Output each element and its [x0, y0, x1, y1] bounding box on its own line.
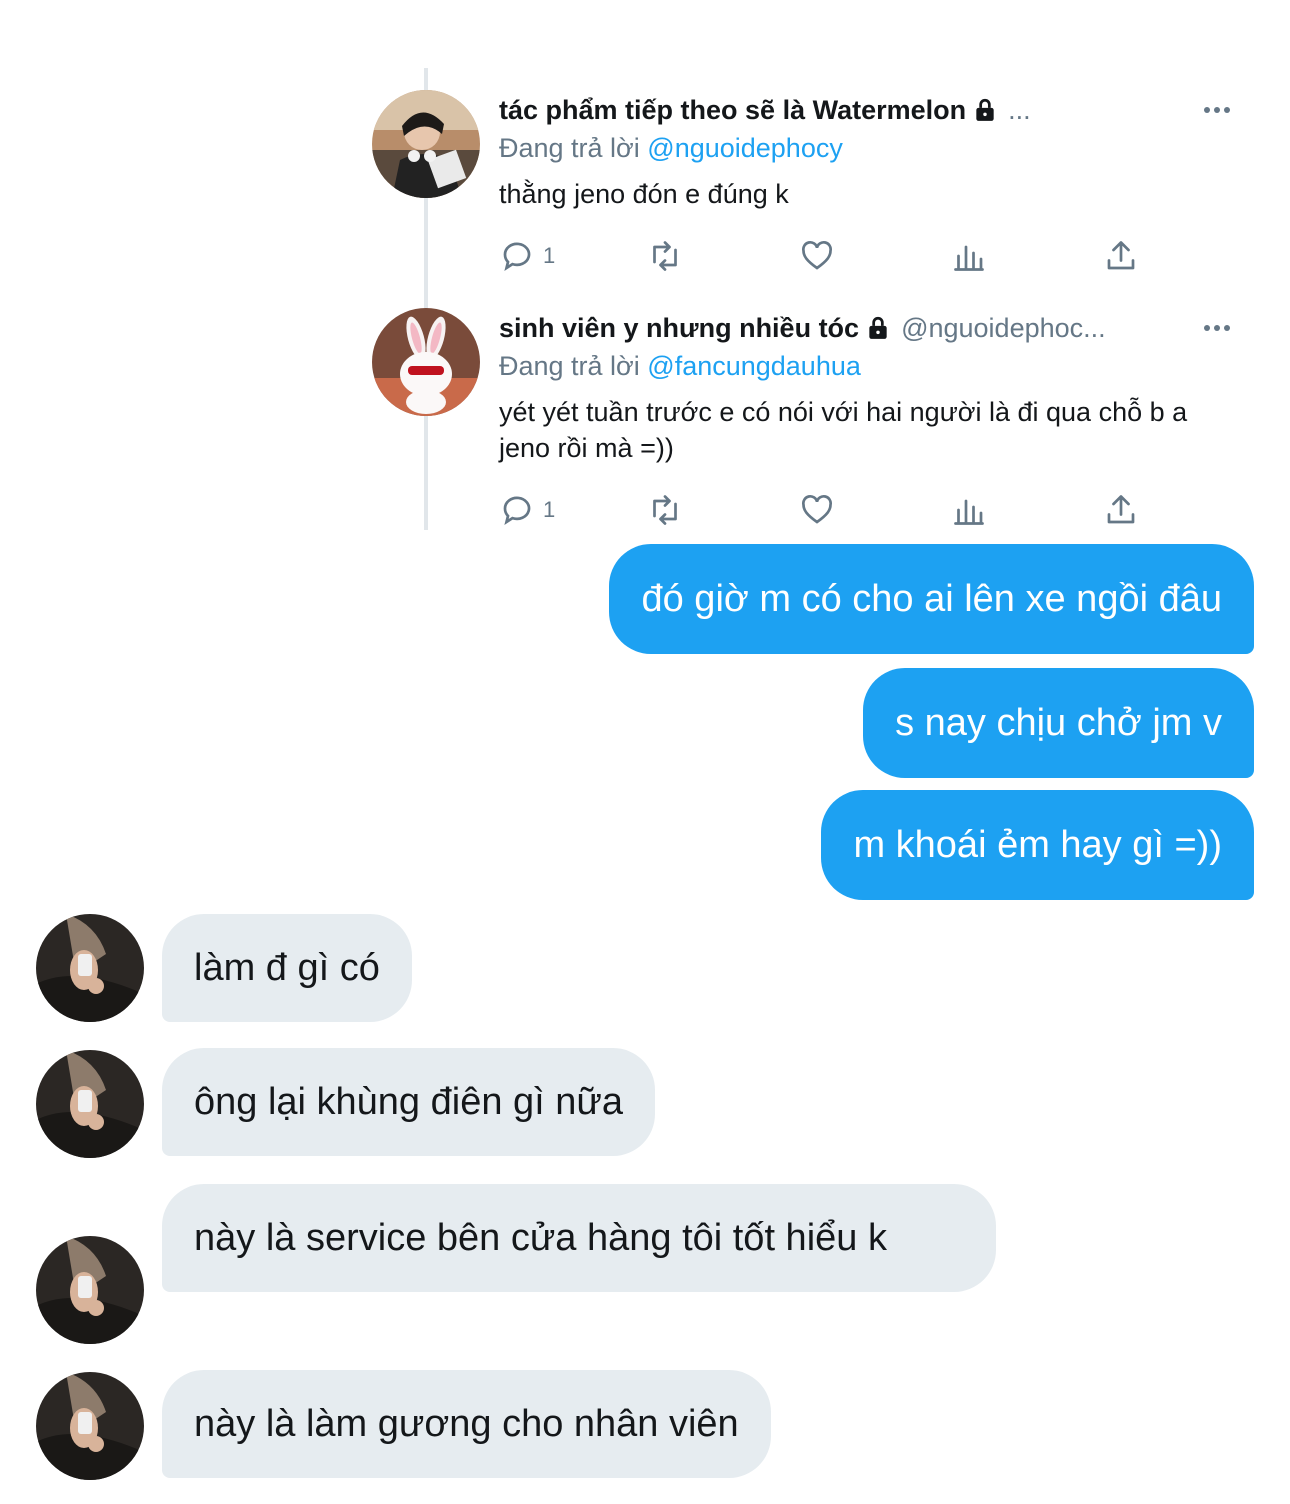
- tweet-actions: 1: [499, 236, 1139, 276]
- sender-avatar[interactable]: [36, 914, 144, 1022]
- reply-context: Đang trả lời @nguoidephocy: [499, 130, 1232, 166]
- tweet-text: thằng jeno đón e đúng k: [499, 179, 789, 209]
- retweet-icon: [653, 495, 677, 525]
- display-name[interactable]: sinh viên y nhưng nhiều tóc: [499, 313, 859, 344]
- share-icon: [1107, 495, 1135, 524]
- quoted-tweet-1[interactable]: tác phẩm tiếp theo sẽ là Watermelon ... …: [372, 90, 1232, 290]
- outgoing-message[interactable]: m khoái ẻm hay gì =)): [821, 790, 1254, 900]
- reply-context: Đang trả lời @fancungdauhua: [499, 348, 1232, 384]
- more-icon[interactable]: [1202, 100, 1232, 120]
- outgoing-message[interactable]: đó giờ m có cho ai lên xe ngồi đâu: [609, 544, 1254, 654]
- sender-avatar[interactable]: [36, 1236, 144, 1344]
- analytics-icon: [954, 499, 984, 525]
- sender-avatar[interactable]: [36, 1372, 144, 1480]
- reply-icon: [503, 242, 531, 272]
- reply-prefix: Đang trả lời: [499, 351, 640, 381]
- incoming-message[interactable]: này là làm gương cho nhân viên: [162, 1370, 771, 1478]
- analytics-button[interactable]: [951, 236, 987, 276]
- retweet-button[interactable]: [647, 490, 683, 530]
- avatar[interactable]: [372, 308, 480, 416]
- like-button[interactable]: [799, 490, 835, 530]
- analytics-button[interactable]: [951, 490, 987, 530]
- retweet-button[interactable]: [647, 236, 683, 276]
- handle[interactable]: @nguoidephoc...: [901, 313, 1184, 344]
- display-name[interactable]: tác phẩm tiếp theo sẽ là Watermelon: [499, 95, 966, 126]
- share-icon: [1107, 241, 1135, 270]
- tweet-actions: 1: [499, 490, 1139, 530]
- incoming-message[interactable]: này là service bên cửa hàng tôi tốt hiểu…: [162, 1184, 996, 1292]
- reply-button[interactable]: 1: [499, 236, 555, 276]
- incoming-message[interactable]: ông lại khùng điên gì nữa: [162, 1048, 655, 1156]
- reply-icon: [503, 496, 531, 526]
- reply-prefix: Đang trả lời: [499, 133, 640, 163]
- share-button[interactable]: [1103, 236, 1139, 276]
- reply-count: 1: [543, 243, 556, 268]
- lock-icon: [865, 315, 891, 341]
- avatar[interactable]: [372, 90, 480, 198]
- reply-button[interactable]: 1: [499, 490, 555, 530]
- handle[interactable]: ...: [1008, 95, 1232, 126]
- incoming-message[interactable]: làm đ gì có: [162, 914, 412, 1022]
- sender-avatar[interactable]: [36, 1050, 144, 1158]
- reply-count: 1: [543, 497, 556, 522]
- reply-mention[interactable]: @fancungdauhua: [647, 351, 861, 381]
- outgoing-message[interactable]: s nay chịu chở jm v: [863, 668, 1254, 778]
- more-icon[interactable]: [1202, 318, 1232, 338]
- like-button[interactable]: [799, 236, 835, 276]
- tweet-text: yét yét tuần trước e có nói với hai ngườ…: [499, 397, 1188, 463]
- quoted-tweet-2[interactable]: sinh viên y nhưng nhiều tóc @nguoidephoc…: [372, 308, 1232, 528]
- like-icon: [802, 241, 832, 270]
- reply-mention[interactable]: @nguoidephocy: [647, 133, 843, 163]
- share-button[interactable]: [1103, 490, 1139, 530]
- retweet-icon: [653, 241, 677, 271]
- analytics-icon: [954, 245, 984, 271]
- lock-icon: [972, 97, 998, 123]
- like-icon: [802, 495, 832, 524]
